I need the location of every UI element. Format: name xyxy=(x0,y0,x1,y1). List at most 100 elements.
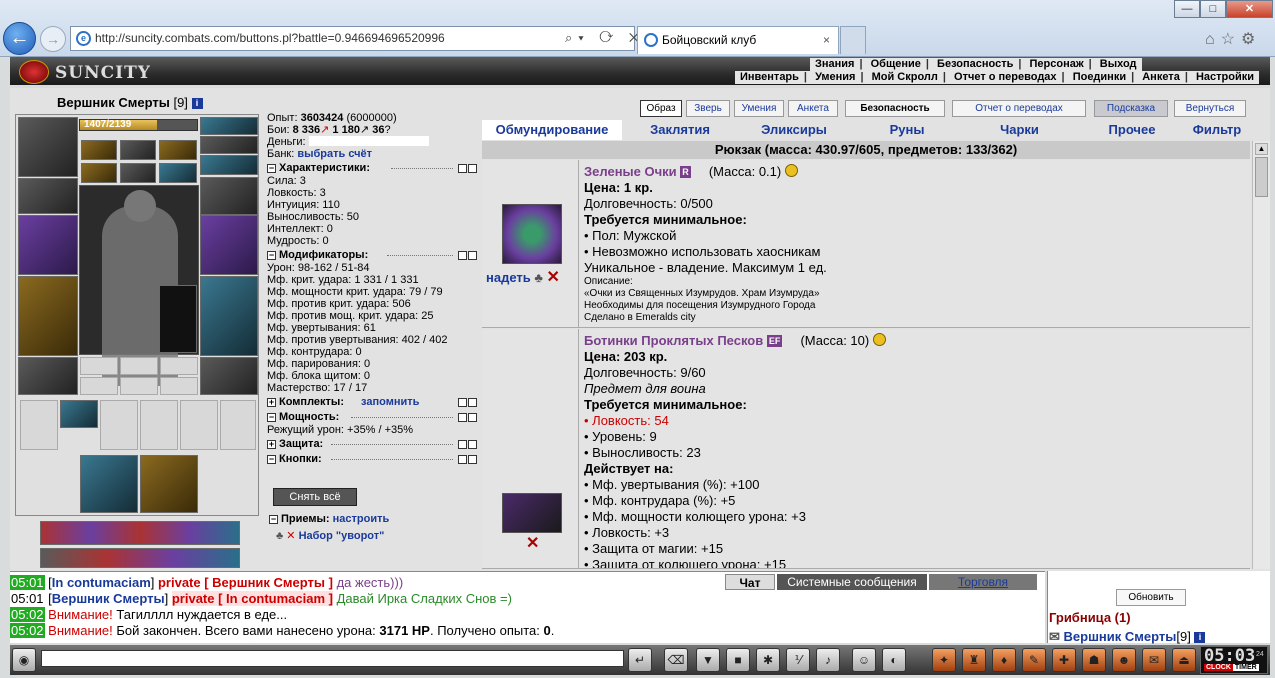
weapon-right-slot[interactable] xyxy=(200,215,258,275)
tab-charms[interactable]: Чарки xyxy=(972,120,1067,140)
music-icon[interactable]: ♪ xyxy=(816,648,840,672)
scroll-slot[interactable] xyxy=(220,400,256,450)
chat-tab-trade[interactable]: Торговля xyxy=(929,574,1037,590)
btn-security[interactable]: Безопасность xyxy=(845,100,945,117)
info-icon[interactable]: i xyxy=(191,98,203,109)
scroll-icon[interactable]: ✎ xyxy=(1022,648,1046,672)
action-icon[interactable]: ✦ xyxy=(932,648,956,672)
refresh-button[interactable]: Обновить xyxy=(1116,589,1186,606)
back-button[interactable]: ← xyxy=(3,22,36,55)
wear-link[interactable]: надеть xyxy=(486,270,531,285)
chat-tab-chat[interactable]: Чат xyxy=(725,574,775,590)
rune-slot-6[interactable] xyxy=(159,163,197,183)
friends-icon[interactable]: ☻ xyxy=(1112,648,1136,672)
rune-slot-2[interactable] xyxy=(120,140,156,160)
mail-icon[interactable]: ✉ xyxy=(1142,648,1166,672)
nav-scroll[interactable]: Мой Скролл xyxy=(867,71,943,84)
tab-other[interactable]: Прочее xyxy=(1092,120,1172,140)
section-tricks[interactable]: − Приемы: настроить xyxy=(269,513,479,525)
send-icon[interactable]: ↵ xyxy=(628,648,652,672)
scroll-slot[interactable] xyxy=(20,400,58,450)
clear-icon[interactable]: ◐ xyxy=(882,648,906,672)
nav-profile[interactable]: Анкета xyxy=(1137,71,1185,84)
minimize-button[interactable]: — xyxy=(1174,0,1200,18)
helmet-slot[interactable] xyxy=(18,117,78,177)
item-name[interactable]: Зеленые Очки xyxy=(584,164,677,179)
address-bar[interactable]: e http://suncity.combats.com/buttons.pl?… xyxy=(70,26,635,51)
btn-profile[interactable]: Анкета xyxy=(788,100,838,117)
nav-settings[interactable]: Настройки xyxy=(1191,71,1259,84)
cloak-slot[interactable] xyxy=(140,455,198,513)
bracers-slot[interactable] xyxy=(18,178,78,214)
empty-slot[interactable] xyxy=(80,357,118,375)
gloves-slot[interactable] xyxy=(200,177,258,215)
rune-slot-4[interactable] xyxy=(81,163,117,183)
chat-nick[interactable]: In contumaciam xyxy=(52,575,151,590)
fighter-icon[interactable]: ✱ xyxy=(756,648,780,672)
remove-all-button[interactable]: Снять всё xyxy=(273,488,357,506)
nav-skills[interactable]: Умения xyxy=(810,71,860,84)
tricks-set[interactable]: ♣ ✕ Набор "уворот" xyxy=(276,529,384,542)
tab-elixirs[interactable]: Эликсиры xyxy=(744,120,844,140)
wear-icon[interactable]: ♣ xyxy=(534,270,543,285)
scroll-slot[interactable] xyxy=(180,400,218,450)
clock-label[interactable]: CLOCK xyxy=(1204,664,1233,671)
chat-input[interactable] xyxy=(41,650,624,667)
empty-slot[interactable] xyxy=(80,377,118,395)
chat-nick[interactable]: Вершник Смерты xyxy=(52,591,165,606)
address-tools[interactable]: ⌕▾ ⟳ ✕ xyxy=(565,30,645,46)
new-tab-button[interactable] xyxy=(840,26,866,54)
drop-icon[interactable]: ✕ xyxy=(526,533,539,553)
exit-icon[interactable]: ⏏ xyxy=(1172,648,1196,672)
scroll-slot-filled[interactable] xyxy=(60,400,98,428)
filter-icon[interactable]: ▼ xyxy=(696,648,720,672)
empty-slot[interactable] xyxy=(160,357,198,375)
item-name[interactable]: Ботинки Проклятых Песков xyxy=(584,333,763,348)
section-modifiers[interactable]: − Модификаторы: xyxy=(267,249,479,262)
scroll-slot[interactable] xyxy=(100,400,138,450)
bag-icon[interactable]: ♜ xyxy=(962,648,986,672)
effects-row-1[interactable] xyxy=(40,521,240,545)
btn-transfers[interactable]: Отчет о переводах xyxy=(952,100,1086,117)
goggles-image[interactable] xyxy=(502,204,562,264)
rune-slot-5[interactable] xyxy=(120,163,156,183)
scroll-slot[interactable] xyxy=(140,400,178,450)
nav-social[interactable]: Общение xyxy=(866,58,926,71)
section-sets[interactable]: + Комплекты: запомнить xyxy=(267,396,479,409)
browser-tab-active[interactable]: Бойцовский клуб × xyxy=(637,26,839,54)
btn-hint[interactable]: Подсказка xyxy=(1094,100,1168,117)
pet-slot[interactable] xyxy=(159,285,197,353)
nav-security[interactable]: Безопасность xyxy=(932,58,1018,71)
effects-row-2[interactable] xyxy=(40,548,240,568)
drop-icon[interactable]: ✕ xyxy=(547,269,560,286)
belt-slot[interactable] xyxy=(18,357,78,395)
ring-slots[interactable] xyxy=(200,155,258,175)
map-icon[interactable]: ✚ xyxy=(1052,648,1076,672)
earring-slot[interactable] xyxy=(200,117,258,135)
btn-skills[interactable]: Умения xyxy=(734,100,784,117)
tab-filter[interactable]: Фильтр xyxy=(1182,120,1252,140)
rune-slot-1[interactable] xyxy=(81,140,117,160)
tricks-configure-link[interactable]: настроить xyxy=(333,513,390,525)
maximize-button[interactable]: □ xyxy=(1200,0,1226,18)
empty-slot[interactable] xyxy=(120,357,158,375)
boots-slot[interactable] xyxy=(200,357,258,395)
tab-close-icon[interactable]: × xyxy=(823,27,830,53)
bank-icon[interactable]: ♦ xyxy=(992,648,1016,672)
bag-slot[interactable] xyxy=(80,455,138,513)
amulet-slot[interactable] xyxy=(200,136,258,154)
eraser-icon[interactable]: ⌫ xyxy=(664,648,688,672)
tab-runes[interactable]: Руны xyxy=(862,120,952,140)
boots-image[interactable] xyxy=(502,493,562,533)
pl-icon[interactable]: ⅟ xyxy=(786,648,810,672)
close-window-button[interactable]: ✕ xyxy=(1226,0,1273,18)
nav-knowledge[interactable]: Знания xyxy=(810,58,859,71)
helmet-icon[interactable]: ☗ xyxy=(1082,648,1106,672)
tab-spells[interactable]: Заклятия xyxy=(630,120,730,140)
nav-inventory[interactable]: Инвентарь xyxy=(735,71,804,84)
online-user[interactable]: ✉ Вершник Смерты[9] i xyxy=(1049,629,1206,645)
rune-slot-3[interactable] xyxy=(159,140,197,160)
timer-label[interactable]: TIMER xyxy=(1232,664,1259,671)
section-characteristics[interactable]: − Характеристики: xyxy=(267,162,479,175)
inventory-scrollbar[interactable]: ▲ xyxy=(1252,141,1270,569)
